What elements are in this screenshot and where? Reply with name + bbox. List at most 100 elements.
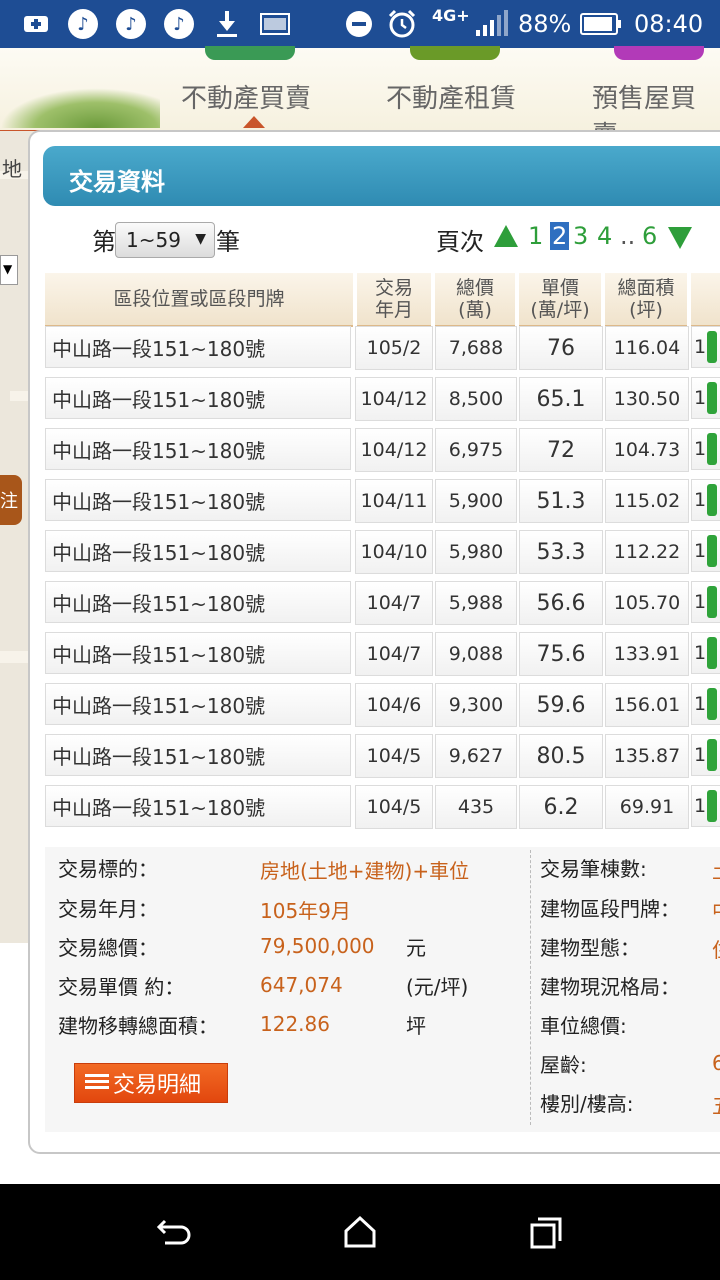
more-cell[interactable]: 1 xyxy=(691,785,720,827)
details-divider xyxy=(530,850,531,1125)
address-cell: 中山路一段151~180號 xyxy=(45,326,351,368)
table-row[interactable]: 中山路一段151~180號 104/12 6,975 72 104.73 1 xyxy=(45,428,720,472)
address-cell: 中山路一段151~180號 xyxy=(45,785,351,827)
address-cell: 中山路一段151~180號 xyxy=(45,530,351,572)
detail-label-target: 交易標的： xyxy=(58,857,158,881)
more-cell[interactable]: 1 xyxy=(691,428,720,470)
table-row[interactable]: 中山路一段151~180號 104/6 9,300 59.6 156.01 1 xyxy=(45,683,720,727)
address-cell: 中山路一段151~180號 xyxy=(45,734,351,776)
active-tab-indicator xyxy=(243,116,265,128)
more-cell-text: 1 xyxy=(694,744,707,766)
page-link-3[interactable]: 3 xyxy=(573,222,588,250)
more-cell-text: 1 xyxy=(694,795,707,817)
battery-icon xyxy=(580,8,622,40)
pager-suffix: 筆 xyxy=(216,228,240,256)
detail-label-date: 交易年月： xyxy=(58,897,158,921)
clock: 08:40 xyxy=(634,10,704,38)
address-cell: 中山路一段151~180號 xyxy=(45,632,351,674)
panel-header: 交易資料 xyxy=(43,146,720,206)
detail-value-units: 土 xyxy=(712,855,720,884)
more-cell[interactable]: 1 xyxy=(691,632,720,674)
area-cell: 69.91 xyxy=(605,785,689,829)
table-row[interactable]: 中山路一段151~180號 104/5 9,627 80.5 135.87 1 xyxy=(45,734,720,778)
back-icon[interactable] xyxy=(154,1212,194,1252)
address-cell: 中山路一段151~180號 xyxy=(45,377,351,419)
more-cell[interactable]: 1 xyxy=(691,683,720,725)
table-row[interactable]: 中山路一段151~180號 104/7 5,988 56.6 105.70 1 xyxy=(45,581,720,625)
prev-page-icon[interactable] xyxy=(494,225,518,247)
unit-price-cell: 53.3 xyxy=(519,530,603,574)
record-range-select[interactable]: 1~59 ▼ xyxy=(115,222,215,258)
unit-price-cell: 59.6 xyxy=(519,683,603,727)
date-cell: 104/6 xyxy=(355,683,433,727)
list-icon xyxy=(85,1074,109,1092)
col-header-address[interactable]: 區段位置或區段門牌 xyxy=(45,273,353,327)
table-row[interactable]: 中山路一段151~180號 104/11 5,900 51.3 115.02 1 xyxy=(45,479,720,523)
table-row[interactable]: 中山路一段151~180號 104/12 8,500 65.1 130.50 1 xyxy=(45,377,720,421)
table-row[interactable]: 中山路一段151~180號 104/7 9,088 75.6 133.91 1 xyxy=(45,632,720,676)
more-cell-text: 1 xyxy=(694,693,707,715)
unit-price-cell: 65.1 xyxy=(519,377,603,421)
recent-apps-icon[interactable] xyxy=(526,1212,566,1252)
table-row[interactable]: 中山路一段151~180號 104/5 435 6.2 69.91 1 xyxy=(45,785,720,829)
area-cell: 104.73 xyxy=(605,428,689,472)
area-cell: 156.01 xyxy=(605,683,689,727)
page-link-4[interactable]: 4 xyxy=(597,222,612,250)
area-cell: 133.91 xyxy=(605,632,689,676)
signal-icon xyxy=(474,8,508,40)
col-header-date[interactable]: 交易 年月 xyxy=(357,273,431,327)
col-header-unit-price[interactable]: 單價 (萬/坪) xyxy=(519,273,601,327)
date-cell: 104/5 xyxy=(355,734,433,778)
col-header-total-price[interactable]: 總價 (萬) xyxy=(435,273,515,327)
more-indicator-icon xyxy=(707,688,718,720)
table-row[interactable]: 中山路一段151~180號 104/10 5,980 53.3 112.22 1 xyxy=(45,530,720,574)
more-cell[interactable]: 1 xyxy=(691,479,720,521)
tab-icon-sale xyxy=(205,46,295,60)
download-icon xyxy=(214,8,240,40)
area-cell: 112.22 xyxy=(605,530,689,574)
date-cell: 105/2 xyxy=(355,326,433,370)
image-icon xyxy=(260,8,290,40)
transaction-detail-label: 交易明細 xyxy=(113,1073,202,1098)
total-price-cell: 9,300 xyxy=(435,683,517,727)
more-cell-text: 1 xyxy=(694,642,707,664)
more-cell[interactable]: 1 xyxy=(691,326,720,368)
page-link-2-current[interactable]: 2 xyxy=(550,222,570,250)
total-price-cell: 5,988 xyxy=(435,581,517,625)
category-tabs: 不動產買賣 不動產租賃 預售屋買賣 xyxy=(0,46,720,151)
battery-percent: 88% xyxy=(518,10,572,38)
tab-icon-rent xyxy=(410,46,500,60)
map-label-fragment: 地 xyxy=(2,157,22,181)
more-cell[interactable]: 1 xyxy=(691,581,720,623)
page-link-6[interactable]: 6 xyxy=(642,222,657,250)
music-app-icon: ♪ xyxy=(68,8,98,40)
next-page-icon[interactable] xyxy=(668,227,692,249)
tab-real-estate-sale[interactable]: 不動產買賣 xyxy=(181,78,311,115)
more-cell[interactable]: 1 xyxy=(691,530,720,572)
unit-price-cell: 76 xyxy=(519,326,603,370)
detail-label-area: 建物移轉總面積： xyxy=(58,1014,218,1038)
address-cell: 中山路一段151~180號 xyxy=(45,428,351,470)
tab-real-estate-rent[interactable]: 不動產租賃 xyxy=(386,78,516,115)
date-cell: 104/10 xyxy=(355,530,433,574)
home-icon[interactable] xyxy=(340,1212,380,1252)
music-app-icon-3: ♪ xyxy=(164,8,194,40)
detail-value-date: 105年9月 xyxy=(260,899,351,923)
date-cell: 104/11 xyxy=(355,479,433,523)
unit-price-cell: 75.6 xyxy=(519,632,603,676)
table-row[interactable]: 中山路一段151~180號 105/2 7,688 76 116.04 1 xyxy=(45,326,720,370)
more-cell[interactable]: 1 xyxy=(691,734,720,776)
col-header-area[interactable]: 總面積 (坪) xyxy=(605,273,687,327)
detail-value-address: 中 xyxy=(712,895,720,924)
more-indicator-icon xyxy=(707,382,718,414)
status-bar: ♪ ♪ ♪ 4G+ 88% 08:40 xyxy=(0,0,720,48)
detail-value-target: 房地(土地+建物)+車位 xyxy=(260,859,470,883)
area-cell: 105.70 xyxy=(605,581,689,625)
transaction-detail-button[interactable]: 交易明細 xyxy=(74,1063,228,1103)
map-dropdown-fragment[interactable]: ▼ xyxy=(0,255,18,285)
detail-label-unit-price: 交易單價 約： xyxy=(58,975,185,999)
page-link-1[interactable]: 1 xyxy=(528,222,543,250)
map-marker[interactable]: 注 xyxy=(0,475,22,525)
detail-value-area: 122.86 xyxy=(260,1012,330,1036)
more-cell[interactable]: 1 xyxy=(691,377,720,419)
